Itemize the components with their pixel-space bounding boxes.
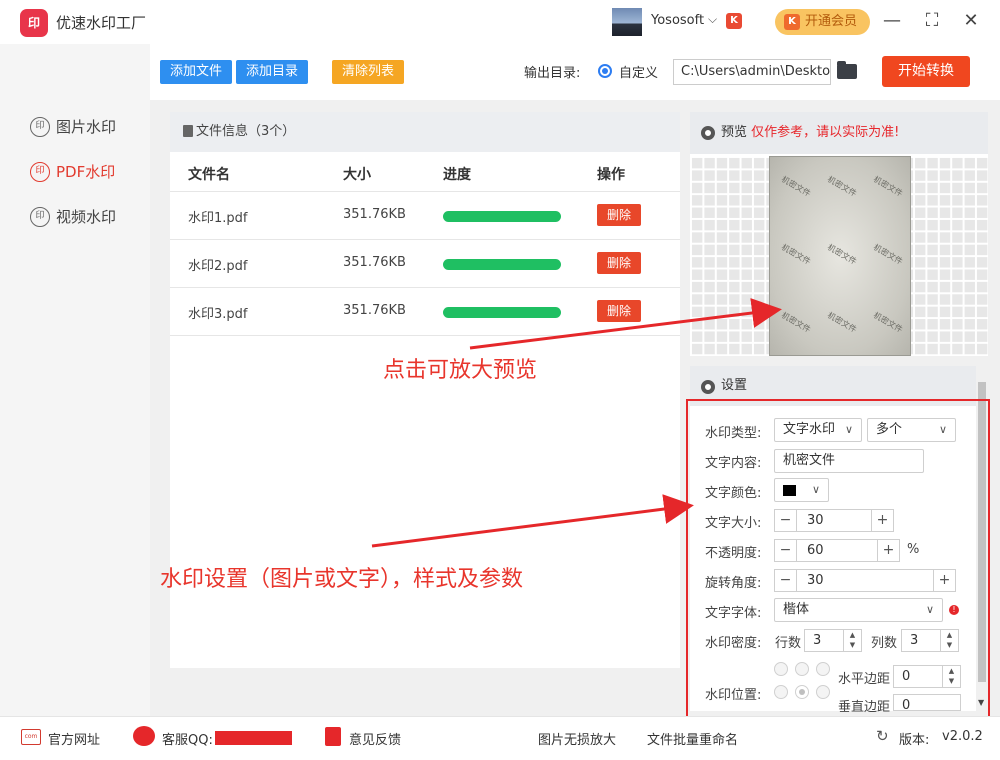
batch-rename-link[interactable]: 文件批量重命名 xyxy=(647,729,738,748)
website-icon[interactable]: com xyxy=(21,729,41,745)
version-label: 版本: xyxy=(899,733,930,748)
version-value: v2.0.2 xyxy=(942,729,983,744)
refresh-icon[interactable]: ↻ xyxy=(876,727,889,745)
feedback-link[interactable]: 意见反馈 xyxy=(349,729,401,748)
qq-label[interactable]: 客服QQ: xyxy=(162,729,213,748)
annotation-arrows xyxy=(371,298,782,548)
settings-arrow xyxy=(371,494,694,548)
preview-arrow xyxy=(469,298,782,350)
pdf-icon[interactable] xyxy=(325,727,341,746)
website-link[interactable]: 官方网址 xyxy=(48,729,100,748)
qq-icon[interactable] xyxy=(133,726,155,746)
lossless-enlarge-link[interactable]: 图片无损放大 xyxy=(538,729,616,748)
qq-redacted xyxy=(215,731,292,745)
